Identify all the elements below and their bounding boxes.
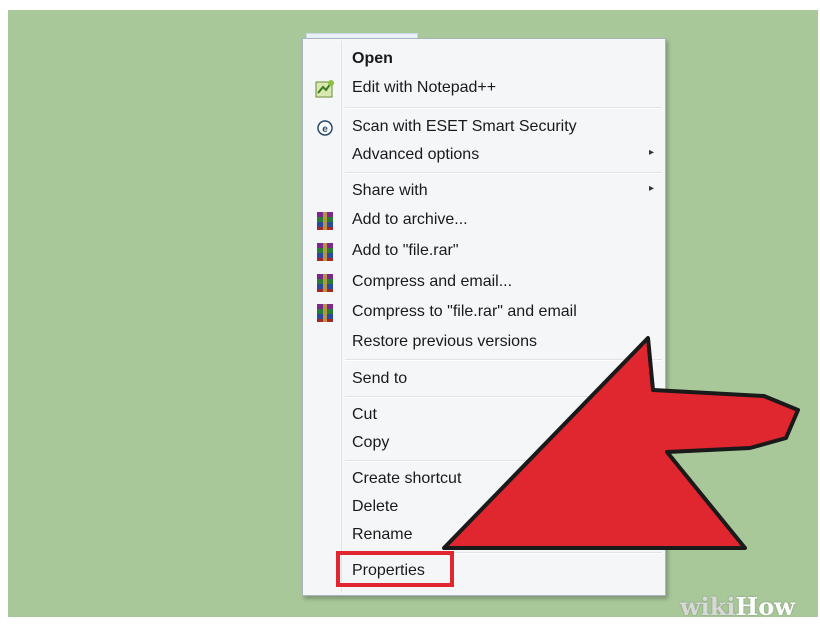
wikihow-watermark: wikiHow (680, 592, 795, 621)
watermark-how: How (735, 592, 795, 621)
pointer-arrow-icon (442, 336, 800, 550)
watermark-wiki: wiki (680, 592, 736, 621)
